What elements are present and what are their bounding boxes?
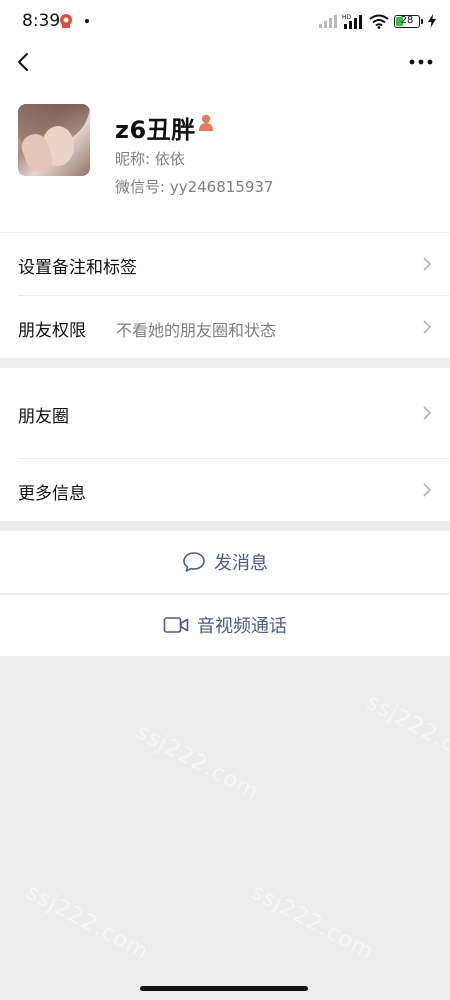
- video-call-label: 音视频通话: [197, 616, 287, 637]
- wechat-id: 微信号: yy246815937: [115, 178, 274, 196]
- status-dot: [85, 19, 89, 23]
- video-call-button[interactable]: 音视频通话: [0, 594, 450, 656]
- wifi-icon: [369, 14, 389, 29]
- watermark: ssj222.com: [22, 879, 153, 966]
- avatar[interactable]: [18, 104, 90, 176]
- more-dots-icon[interactable]: [406, 50, 436, 74]
- remark-tags-row[interactable]: 设置备注和标签: [0, 232, 450, 295]
- more-info-label: 更多信息: [18, 484, 86, 504]
- profile-header: z6丑胖 昵称: 依依 微信号: yy246815937: [0, 82, 450, 232]
- watermark: ssj222.com: [247, 879, 378, 966]
- chevron-right-icon: [423, 406, 432, 420]
- notification-badge-icon: [60, 14, 72, 28]
- signal-hd-icon: HD: [342, 14, 362, 29]
- send-message-button[interactable]: 发消息: [0, 531, 450, 593]
- chevron-right-icon: [423, 483, 432, 497]
- status-indicators: HD 28: [319, 12, 436, 30]
- chevron-right-icon: [423, 257, 432, 271]
- remark-tags-label: 设置备注和标签: [18, 258, 137, 278]
- divider: [18, 458, 450, 459]
- female-gender-icon: [199, 114, 213, 131]
- divider: [18, 295, 450, 296]
- battery-icon: 28: [394, 14, 423, 28]
- friend-permissions-row[interactable]: 朋友权限 不看她的朋友圈和状态: [0, 295, 450, 358]
- status-bar: 8:39 HD 28: [0, 0, 450, 42]
- friend-permissions-label: 朋友权限: [18, 321, 86, 341]
- chat-bubble-icon: [183, 552, 205, 572]
- divider: [0, 232, 450, 233]
- charging-bolt-icon: [428, 14, 436, 28]
- back-arrow-icon[interactable]: [12, 48, 38, 76]
- moments-label: 朋友圈: [18, 407, 69, 427]
- home-indicator: [140, 986, 308, 991]
- contact-name: z6丑胖: [115, 116, 196, 144]
- send-message-label: 发消息: [214, 553, 268, 574]
- watermark: ssj222.com: [362, 689, 450, 776]
- chevron-right-icon: [423, 320, 432, 334]
- moments-row[interactable]: 朋友圈: [0, 368, 450, 458]
- signal-off-icon: [319, 15, 337, 28]
- nav-bar: [0, 42, 450, 82]
- status-time: 8:39: [22, 11, 61, 31]
- nickname: 昵称: 依依: [115, 150, 185, 168]
- friend-permissions-value: 不看她的朋友圈和状态: [116, 321, 277, 340]
- watermark: ssj222.com: [132, 719, 263, 806]
- svg-text:HD: HD: [342, 14, 352, 21]
- divider: [0, 594, 450, 595]
- battery-level: 28: [400, 15, 414, 26]
- more-info-row[interactable]: 更多信息: [0, 458, 450, 521]
- video-camera-icon: [163, 617, 189, 633]
